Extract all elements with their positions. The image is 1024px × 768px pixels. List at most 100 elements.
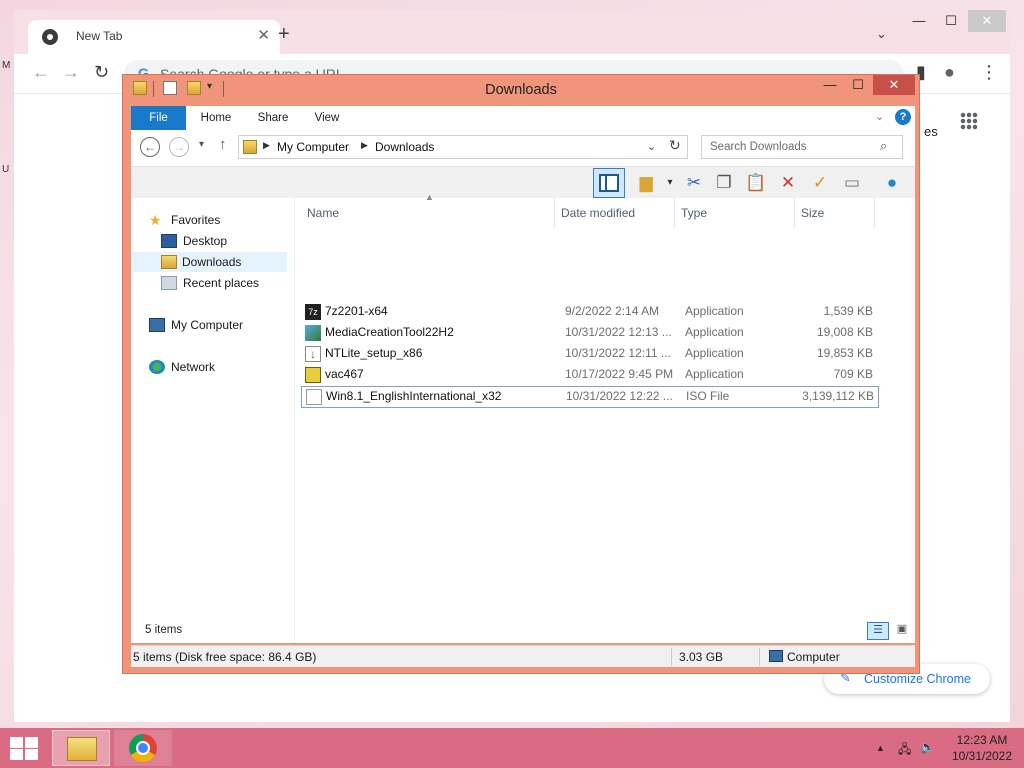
organize-folder-icon[interactable]: ▆ [633, 171, 659, 195]
copy-icon[interactable]: ❐ [711, 171, 737, 195]
tab-close-icon[interactable]: ✕ [257, 26, 270, 44]
explorer-titlebar[interactable]: ▾ Downloads — ☐ ✕ [123, 75, 919, 103]
large-icons-view-button[interactable]: ▣ [891, 622, 913, 640]
nav-item-recent-places[interactable]: Recent places [161, 273, 289, 293]
chrome-close-button[interactable]: ✕ [968, 10, 1006, 32]
breadcrumb-separator-icon-2[interactable]: ▶ [361, 140, 368, 151]
checkmark-icon[interactable]: ✓ [807, 171, 833, 195]
details-view-button[interactable]: ☰ [867, 622, 889, 640]
file-row[interactable]: ↓ NTLite_setup_x86 10/31/2022 12:11 ... … [301, 344, 879, 364]
search-downloads-input[interactable]: Search Downloads ⌕ [701, 135, 903, 159]
file-date: 10/31/2022 12:22 ... [566, 389, 673, 403]
organize-dropdown-icon[interactable]: ▾ [657, 171, 683, 195]
nav-item-my-computer[interactable]: My Computer [149, 315, 289, 335]
desktop-edge-icon: M [2, 60, 11, 71]
file-name: NTLite_setup_x86 [325, 346, 423, 360]
taskbar-chrome[interactable] [114, 730, 172, 766]
rename-icon[interactable]: ▭ [839, 171, 865, 195]
status-divider [671, 648, 672, 666]
chrome-favicon-icon [42, 29, 58, 45]
start-button[interactable] [8, 736, 38, 760]
address-dropdown-chevron-icon[interactable]: ⌄ [647, 140, 656, 153]
tab-home[interactable]: Home [193, 106, 239, 130]
new-tab-button[interactable]: + [278, 23, 290, 46]
nav-item-network[interactable]: Network [149, 357, 289, 377]
file-date: 10/31/2022 12:13 ... [565, 325, 672, 339]
downloads-folder-icon [161, 255, 177, 269]
chrome-tab-new-tab[interactable]: New Tab ✕ [28, 20, 280, 54]
volume-icon[interactable]: 🔈 [920, 740, 935, 754]
file-size: 19,008 KB [816, 325, 873, 339]
search-icon: ⌕ [880, 138, 888, 153]
cut-icon[interactable]: ✂ [681, 171, 707, 195]
file-row[interactable]: MediaCreationTool22H2 10/31/2022 12:13 .… [301, 323, 879, 343]
apps-label-partial[interactable]: es [924, 124, 938, 139]
tab-file[interactable]: File [131, 106, 186, 130]
refresh-icon[interactable]: ↻ [669, 137, 681, 154]
google-apps-icon[interactable] [960, 112, 978, 130]
column-size[interactable]: Size [795, 198, 875, 228]
file-row[interactable]: vac467 10/17/2022 9:45 PM Application 70… [301, 365, 879, 385]
explorer-minimize-button[interactable]: — [817, 75, 843, 95]
nav-desktop-label: Desktop [183, 234, 228, 248]
delete-icon[interactable]: ✕ [775, 171, 801, 195]
paste-icon[interactable]: 📋 [743, 171, 769, 195]
chrome-menu-icon[interactable]: ⋮ [980, 62, 998, 83]
column-name[interactable]: Name [301, 198, 555, 228]
breadcrumb-separator-icon[interactable]: ▶ [263, 140, 270, 151]
taskbar-file-explorer[interactable] [52, 730, 110, 766]
forward-button[interactable]: → [169, 137, 189, 157]
file-name: 7z2201-x64 [325, 304, 388, 318]
explorer-maximize-button[interactable]: ☐ [845, 75, 871, 95]
breadcrumb-downloads[interactable]: Downloads [375, 140, 434, 154]
nav-network-label: Network [171, 360, 216, 374]
address-bar[interactable]: ▶ My Computer ▶ Downloads ⌄ ↻ [238, 135, 688, 159]
network-tray-icon[interactable]: 🖧 [898, 740, 911, 761]
nav-item-favorites[interactable]: ★ Favorites [149, 210, 289, 230]
file-row-selected[interactable]: Win8.1_EnglishInternational_x32 10/31/20… [301, 386, 879, 408]
windows-logo-icon-3 [10, 749, 23, 760]
explorer-content: ★ Favorites Desktop Downloads Recent pla… [131, 192, 915, 643]
tab-search-chevron-icon[interactable]: ⌄ [876, 26, 887, 42]
nav-downloads-label: Downloads [182, 255, 242, 269]
reload-icon[interactable]: ↻ [94, 62, 109, 83]
column-type[interactable]: Type [675, 198, 795, 228]
profile-avatar-icon[interactable]: ● [944, 62, 955, 83]
recent-locations-chevron-icon[interactable]: ▾ [199, 139, 204, 150]
explorer-window: ▾ Downloads — ☐ ✕ File Home Share View ⌄… [122, 74, 920, 674]
file-row[interactable]: 7z 7z2201-x64 9/2/2022 2:14 AM Applicati… [301, 302, 879, 322]
file-type: Application [685, 325, 744, 339]
downloads-folder-icon [243, 140, 257, 154]
up-arrow-icon[interactable]: ↑ [219, 136, 227, 153]
help-icon[interactable]: ? [895, 109, 911, 125]
status-disk-space: 5 items (Disk free space: 86.4 GB) [133, 650, 317, 664]
breadcrumb-my-computer[interactable]: My Computer [277, 140, 349, 154]
nav-item-desktop[interactable]: Desktop [161, 231, 289, 251]
tab-share[interactable]: Share [251, 106, 295, 130]
preview-pane-button[interactable] [593, 168, 625, 198]
status-selection-size: 3.03 GB [679, 650, 724, 664]
command-bar: ▆ ▾ ✂ ❐ 📋 ✕ ✓ ▭ ● [131, 166, 915, 198]
system-clock[interactable]: 12:23 AM 10/31/2022 [944, 732, 1020, 764]
expand-ribbon-chevron-icon[interactable]: ⌄ [875, 110, 884, 123]
windows-logo-icon-2 [25, 737, 38, 748]
media-creation-icon [305, 325, 321, 341]
show-hidden-icons-icon[interactable]: ▲ [876, 743, 885, 753]
chrome-minimize-button[interactable]: — [904, 10, 934, 32]
back-arrow-icon[interactable]: ← [32, 62, 50, 83]
nav-item-downloads[interactable]: Downloads [131, 252, 287, 272]
recent-places-icon [161, 276, 177, 290]
navigation-bar: ← → ▾ ↑ ▶ My Computer ▶ Downloads ⌄ ↻ Se… [131, 130, 915, 166]
tab-view[interactable]: View [307, 106, 347, 130]
explorer-close-button[interactable]: ✕ [873, 75, 915, 95]
chrome-maximize-button[interactable]: ☐ [936, 10, 966, 32]
back-button[interactable]: ← [140, 137, 160, 157]
file-date: 9/2/2022 2:14 AM [565, 304, 660, 318]
nav-my-computer-label: My Computer [171, 318, 244, 332]
pane-layout-icon [599, 174, 619, 192]
column-date-modified[interactable]: Date modified [555, 198, 675, 228]
forward-arrow-icon[interactable]: → [62, 62, 80, 83]
customize-chrome-label: Customize Chrome [864, 672, 971, 686]
file-name: MediaCreationTool22H2 [325, 325, 454, 339]
network-globe-icon[interactable]: ● [879, 171, 905, 195]
